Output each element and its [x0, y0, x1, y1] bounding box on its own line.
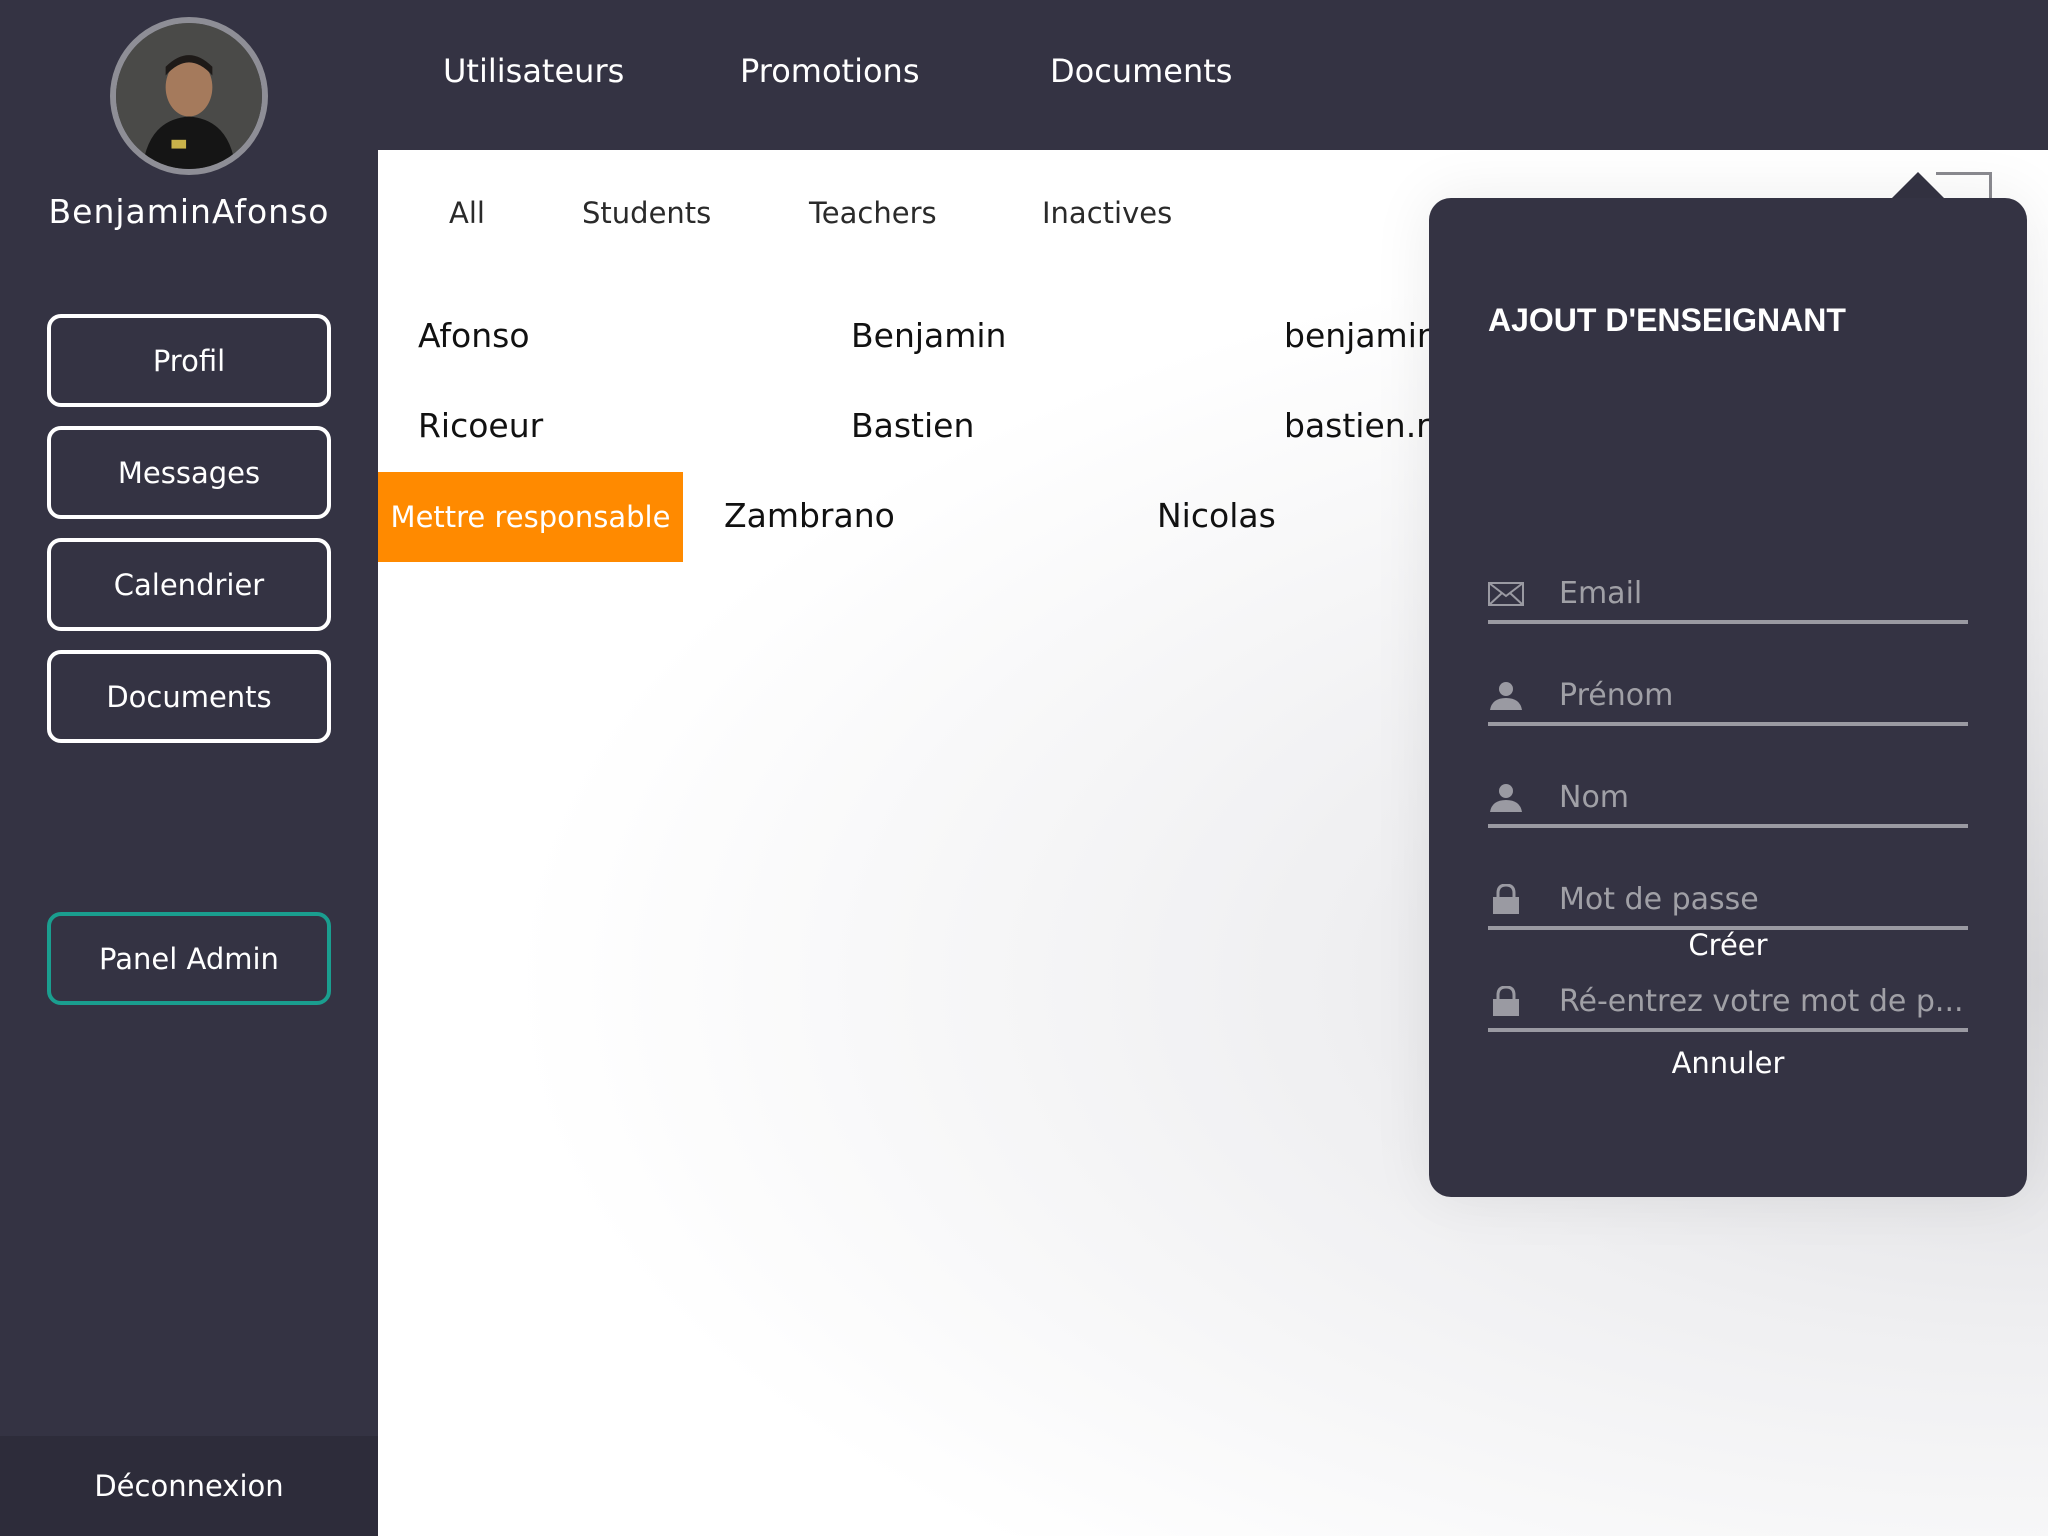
person-icon: [1490, 682, 1522, 710]
email-field: [1488, 564, 1968, 624]
avatar[interactable]: [110, 17, 268, 175]
messages-button[interactable]: Messages: [47, 426, 331, 519]
filter-tab-all[interactable]: All: [449, 196, 485, 230]
creer-button[interactable]: Créer: [1429, 928, 2027, 962]
password-confirm-field: [1488, 972, 1968, 1032]
mail-icon: [1488, 582, 1524, 606]
nav-promotions[interactable]: Promotions: [740, 52, 919, 90]
filter-tab-inactives[interactable]: Inactives: [1042, 196, 1172, 230]
logout-button[interactable]: Déconnexion: [0, 1436, 378, 1536]
user-prenom: Bastien: [851, 406, 975, 445]
popover-title: AJOUT D'ENSEIGNANT: [1488, 302, 1846, 338]
nom-input[interactable]: [1559, 774, 1964, 820]
nav-documents[interactable]: Documents: [1050, 52, 1232, 90]
panel-admin-button[interactable]: Panel Admin: [47, 912, 331, 1005]
mettre-responsable-button[interactable]: Mettre responsable: [378, 472, 683, 562]
popover-arrow: [1890, 172, 1946, 200]
username: BenjaminAfonso: [48, 192, 330, 231]
lock-icon: [1493, 986, 1519, 1016]
user-email: bastien.ri: [1284, 406, 1439, 445]
email-input[interactable]: [1559, 570, 1964, 616]
user-nom: Afonso: [418, 316, 530, 355]
filter-tab-students[interactable]: Students: [582, 196, 711, 230]
user-prenom: Nicolas: [1157, 496, 1276, 535]
calendrier-button[interactable]: Calendrier: [47, 538, 331, 631]
user-prenom: Benjamin: [851, 316, 1007, 355]
person-icon: [1490, 784, 1522, 812]
user-nom: Zambrano: [724, 496, 895, 535]
password-field: [1488, 870, 1968, 930]
profil-button[interactable]: Profil: [47, 314, 331, 407]
nav-utilisateurs[interactable]: Utilisateurs: [443, 52, 624, 90]
user-nom: Ricoeur: [418, 406, 544, 445]
prenom-field: [1488, 666, 1968, 726]
user-email: benjamin.: [1284, 316, 1449, 355]
password-input[interactable]: [1559, 876, 1964, 922]
avatar-photo: [116, 23, 262, 169]
top-nav: Utilisateurs Promotions Documents: [378, 0, 2048, 150]
annuler-button[interactable]: Annuler: [1429, 1046, 2027, 1080]
sidebar: BenjaminAfonso Profil Messages Calendrie…: [0, 0, 378, 1536]
add-teacher-popover: AJOUT D'ENSEIGNANT Email Prénom Nom Crée…: [1429, 198, 2027, 1197]
password-confirm-input[interactable]: [1559, 978, 1964, 1024]
lock-icon: [1493, 884, 1519, 914]
nom-field: [1488, 768, 1968, 828]
filter-tab-teachers[interactable]: Teachers: [809, 196, 937, 230]
prenom-input[interactable]: [1559, 672, 1964, 718]
documents-button[interactable]: Documents: [47, 650, 331, 743]
